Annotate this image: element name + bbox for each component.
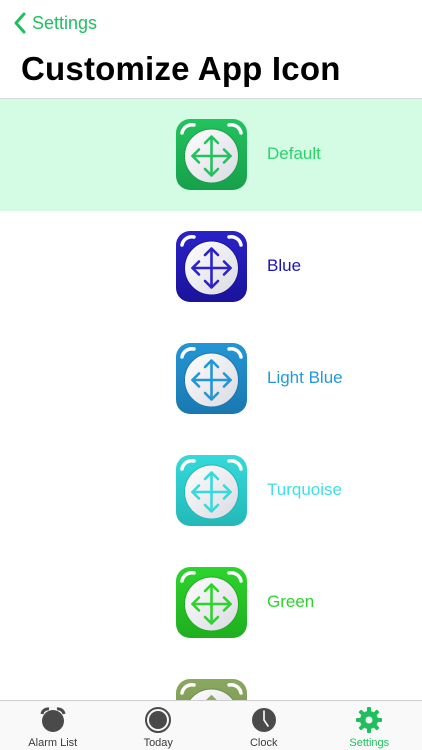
alarm-clock-icon <box>40 707 66 732</box>
move-arrows-icon <box>176 343 247 414</box>
chevron-left-icon <box>14 12 26 34</box>
icon-option-row[interactable]: Light Blue <box>0 323 422 435</box>
icon-option-row[interactable]: Default <box>0 99 422 211</box>
tab-alarm-list[interactable]: Alarm List <box>0 701 106 750</box>
icon-option-name: Blue <box>267 256 302 275</box>
tab-label: Alarm List <box>28 737 78 749</box>
move-arrows-icon <box>176 231 247 302</box>
icon-option-name: Turquoise <box>267 480 342 499</box>
move-arrows-icon <box>176 567 247 638</box>
tab-label: Clock <box>249 737 278 749</box>
move-arrows-icon <box>176 679 247 700</box>
icon-option-row[interactable] <box>0 659 422 700</box>
icon-option-row[interactable]: Blue <box>0 211 422 323</box>
tab-today[interactable]: Today <box>106 701 212 750</box>
back-button-label: Settings <box>32 12 98 33</box>
icon-option-row[interactable]: Green <box>0 547 422 659</box>
icon-option-row[interactable]: Turquoise <box>0 435 422 547</box>
tab-clock[interactable]: Clock <box>211 701 317 750</box>
icon-list[interactable]: Default Blue Light Blue Turquoise Green <box>0 98 422 700</box>
tab-settings[interactable]: Settings <box>317 701 422 750</box>
tab-label: Today <box>143 737 173 749</box>
app-icon-preview <box>176 119 247 190</box>
today-circle-icon <box>145 707 172 733</box>
app-icon-preview <box>176 567 247 638</box>
tab-label: Settings <box>349 737 390 749</box>
gear-icon <box>356 707 383 733</box>
icon-option-name: Green <box>267 592 315 611</box>
app-icon-preview <box>176 679 247 700</box>
clock-icon <box>251 708 276 732</box>
app-icon-preview <box>176 343 247 414</box>
move-arrows-icon <box>176 119 247 190</box>
app-icon-preview <box>176 455 247 526</box>
icon-option-name: Default <box>267 144 321 163</box>
back-button[interactable]: Settings <box>12 10 97 36</box>
page-title: Customize App Icon <box>21 50 341 87</box>
move-arrows-icon <box>176 455 247 526</box>
app-icon-preview <box>176 231 247 302</box>
tab-bar: Alarm List Today Clock Settings <box>0 700 422 750</box>
icon-option-name: Light Blue <box>267 368 343 387</box>
